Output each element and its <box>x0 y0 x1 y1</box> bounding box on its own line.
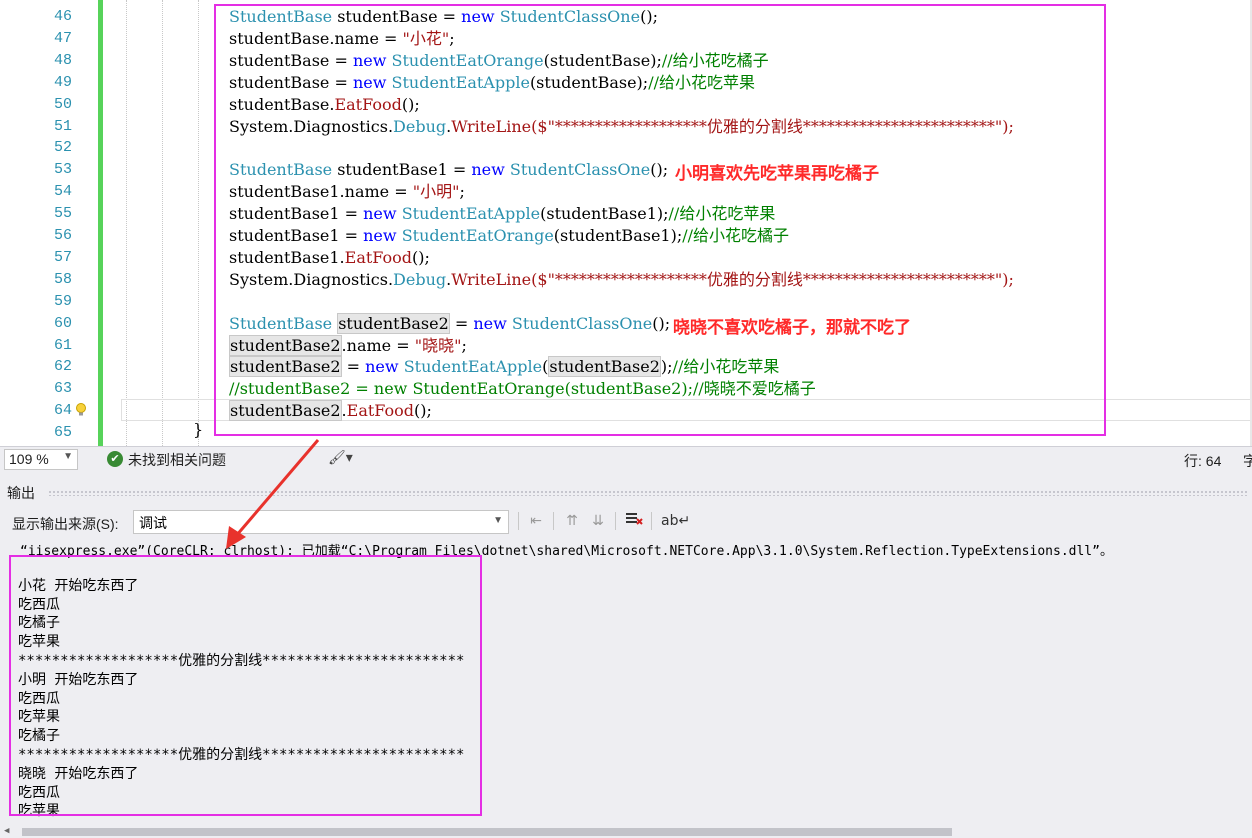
change-tracking-bar <box>98 0 103 446</box>
toolbar-separator <box>615 512 616 530</box>
output-source-label: 显示输出来源(S): <box>12 516 119 532</box>
char-indicator: 字 <box>1243 453 1252 469</box>
output-source-value: 调试 <box>139 515 167 531</box>
zoom-value: 109 % <box>9 451 49 467</box>
line-number: 52 <box>53 139 72 157</box>
line-number: 62 <box>53 358 72 376</box>
chevron-down-icon: ▼ <box>63 451 73 462</box>
horizontal-scrollbar-thumb[interactable] <box>22 828 952 836</box>
closing-brace: } <box>193 420 204 439</box>
previous-message-icon[interactable]: ⇈ <box>561 511 583 531</box>
indent-guide <box>198 0 199 446</box>
clear-all-icon[interactable] <box>623 511 645 531</box>
line-number: 57 <box>53 248 72 266</box>
scroll-left-icon[interactable]: ◀ <box>4 826 9 836</box>
lightbulb-icon[interactable] <box>75 402 87 416</box>
line-number: 56 <box>53 227 72 244</box>
line-number: 48 <box>53 51 72 69</box>
line-number: 53 <box>53 161 72 179</box>
indent-guide <box>162 0 163 446</box>
toolbar-separator <box>651 512 652 530</box>
line-number: 47 <box>53 29 72 47</box>
line-number: 54 <box>53 183 72 201</box>
indent-guide <box>126 0 127 446</box>
line-number: 59 <box>53 292 72 310</box>
line-number: 46 <box>53 8 72 25</box>
pane-drag-handle[interactable] <box>48 490 1248 496</box>
check-circle-icon: ✔ <box>107 451 123 467</box>
chevron-down-icon: ▼ <box>493 515 503 526</box>
issues-status[interactable]: 未找到相关问题 <box>128 450 226 470</box>
next-message-icon[interactable]: ⇊ <box>587 511 609 531</box>
line-number: 60 <box>53 314 72 332</box>
code-highlight-box <box>214 4 1106 436</box>
line-number: 50 <box>53 95 72 113</box>
toolbar-separator <box>518 512 519 530</box>
line-number: 55 <box>53 205 72 223</box>
zoom-select[interactable]: 109 % ▼ <box>4 449 78 470</box>
editor-status-bar: 109 % ▼ ✔ 未找到相关问题 🖌▾ 行: 64 字 <box>0 446 1252 472</box>
find-message-icon[interactable]: ⇤ <box>525 511 547 531</box>
line-number: 58 <box>53 270 72 288</box>
code-cleanup-icon[interactable]: 🖌▾ <box>328 449 353 466</box>
output-source-select[interactable]: 调试 ▼ <box>133 510 509 534</box>
line-number: 61 <box>53 336 72 354</box>
output-title: 输出 <box>7 485 35 501</box>
toolbar-separator <box>553 512 554 530</box>
line-number: 65 <box>53 424 72 442</box>
line-number: 49 <box>53 73 72 91</box>
line-number: 63 <box>53 380 72 398</box>
word-wrap-icon[interactable]: ab↵ <box>661 511 690 531</box>
line-number: 51 <box>53 117 72 135</box>
line-number: 64 <box>53 402 72 420</box>
output-highlight-box <box>9 555 482 816</box>
line-indicator: 行: 64 <box>1184 453 1222 469</box>
